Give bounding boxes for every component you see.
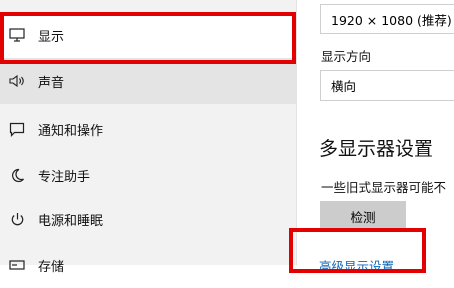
- moon-icon: [8, 166, 26, 184]
- orientation-value: 横向: [331, 79, 357, 94]
- detect-button[interactable]: 检测: [320, 201, 406, 231]
- resolution-value: 1920 × 1080 (推荐): [331, 12, 452, 28]
- sidebar-item-notifications[interactable]: 通知和操作: [0, 106, 296, 152]
- sidebar-item-focus-assist[interactable]: 专注助手: [0, 152, 296, 198]
- sidebar-item-label: 声音: [38, 75, 65, 91]
- sidebar-item-label: 存储: [38, 259, 65, 275]
- sidebar-item-label: 通知和操作: [38, 123, 104, 139]
- notification-icon: [8, 120, 26, 138]
- sidebar-item-storage[interactable]: 存储: [0, 242, 296, 288]
- speaker-icon: [8, 72, 26, 90]
- orientation-label: 显示方向: [321, 49, 372, 64]
- sidebar-item-label: 电源和睡眠: [38, 213, 104, 229]
- sidebar-item-sound[interactable]: 声音: [0, 58, 296, 104]
- power-icon: [8, 210, 26, 228]
- resolution-dropdown[interactable]: 1920 × 1080 (推荐): [320, 4, 454, 34]
- highlight-box: [0, 12, 296, 64]
- highlight-box: [289, 228, 426, 273]
- multi-display-heading: 多显示器设置: [319, 138, 434, 160]
- storage-icon: [8, 256, 26, 274]
- sidebar-item-power[interactable]: 电源和睡眠: [0, 196, 296, 242]
- sidebar-item-label: 专注助手: [38, 169, 91, 185]
- orientation-dropdown[interactable]: 横向: [320, 70, 454, 101]
- legacy-display-note: 一些旧式显示器可能不: [321, 180, 447, 195]
